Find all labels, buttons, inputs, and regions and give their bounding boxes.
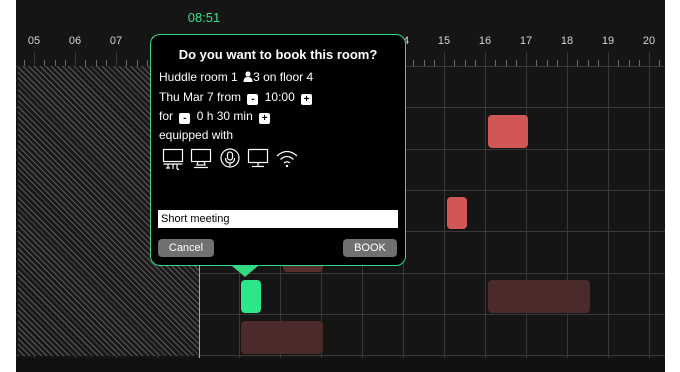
person-icon <box>243 71 253 82</box>
microphone-icon <box>220 148 240 168</box>
equipped-label: equipped with <box>159 128 234 142</box>
room-name: Huddle room 1 <box>159 70 238 84</box>
cancel-button[interactable]: Cancel <box>158 239 214 257</box>
meeting-purpose-input[interactable] <box>158 210 398 228</box>
hour-label: 15 <box>437 35 451 47</box>
date-from: Thu Mar 7 from <box>159 90 242 104</box>
dialog-pointer <box>232 266 258 277</box>
hour-label: 17 <box>519 35 533 47</box>
booking-block-dark[interactable] <box>241 321 323 354</box>
duration-value: 0 h 30 min <box>196 109 253 123</box>
hour-label: 16 <box>478 35 492 47</box>
hour-label: 20 <box>642 35 656 47</box>
booking-block-red[interactable] <box>488 115 528 148</box>
duration-plus-button[interactable]: + <box>259 113 271 124</box>
duration-minus-button[interactable]: - <box>179 113 191 124</box>
room-info: Huddle room 1 3 on floor 4 <box>159 70 313 84</box>
dialog-title: Do you want to book this room? <box>178 47 378 62</box>
selected-booking-slot[interactable] <box>241 280 261 313</box>
booking-block-dark[interactable] <box>488 280 590 313</box>
start-time-plus-button[interactable]: + <box>301 94 313 105</box>
video-conference-icon <box>162 148 184 170</box>
room-floor: on floor 4 <box>263 70 314 84</box>
hour-label: 07 <box>109 35 123 47</box>
display-icon <box>247 148 269 168</box>
hour-label: 18 <box>560 35 574 47</box>
book-button[interactable]: BOOK <box>343 239 397 257</box>
hour-label: 06 <box>68 35 82 47</box>
booking-dialog: Do you want to book this room? Huddle ro… <box>150 34 406 266</box>
hour-label: 05 <box>27 35 41 47</box>
scheduler-footer <box>16 358 665 372</box>
start-time-minus-button[interactable]: - <box>247 94 259 105</box>
wifi-icon <box>276 150 298 168</box>
room-capacity: 3 <box>253 70 260 84</box>
hour-label: 19 <box>601 35 615 47</box>
monitor-icon <box>190 148 212 169</box>
booking-block-red[interactable] <box>447 197 467 229</box>
start-time: 10:00 <box>264 90 295 104</box>
duration-row: for - 0 h 30 min + <box>159 109 273 124</box>
date-row: Thu Mar 7 from - 10:00 + <box>159 90 315 105</box>
current-time-label: 08:51 <box>187 10 221 25</box>
duration-prefix: for <box>159 109 174 123</box>
